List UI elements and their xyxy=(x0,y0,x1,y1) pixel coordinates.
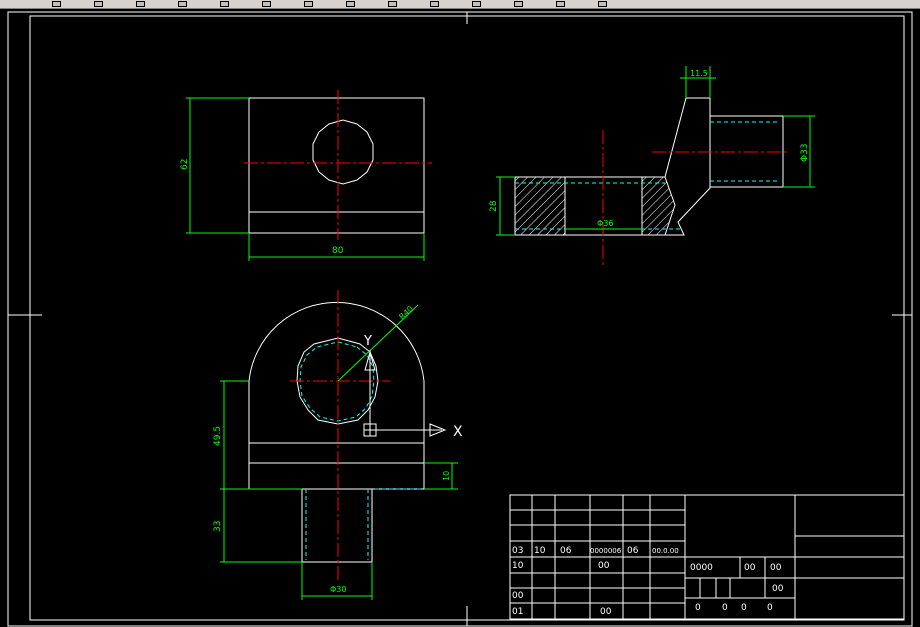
sheet-border-inner xyxy=(29,15,905,621)
tb-c-1: 00 xyxy=(772,584,784,594)
front-hole xyxy=(312,119,374,185)
ucs-x-label: X xyxy=(453,424,463,440)
dim-phi30-text: Φ30 xyxy=(330,585,346,594)
tb-d-3: 0 xyxy=(722,603,728,613)
ucs-y-label: Y xyxy=(363,334,372,349)
print-icon[interactable] xyxy=(178,1,187,7)
sheet-border-outer xyxy=(7,11,913,627)
save-icon[interactable] xyxy=(136,1,145,7)
new-icon[interactable] xyxy=(52,1,61,7)
top-view: R40 49.5 10 33 Φ30 xyxy=(213,290,458,600)
side-hatch-right xyxy=(641,176,676,236)
tb-a-4: 06 xyxy=(627,546,639,556)
dim-49-5-text: 49.5 xyxy=(213,426,223,446)
open-icon[interactable] xyxy=(94,1,103,7)
tb-a-0: 03 xyxy=(512,546,523,556)
snap-icon[interactable] xyxy=(472,1,481,7)
dim-phi33-text: Φ33 xyxy=(800,143,810,162)
tb-a-3: 0000006 xyxy=(590,547,622,555)
tb-c-0: 00 xyxy=(512,591,524,601)
toolbar xyxy=(0,0,920,9)
dim-phi36-text: Φ36 xyxy=(597,219,613,228)
tb-a-2: 06 xyxy=(560,546,572,556)
side-hatch-left xyxy=(514,176,566,236)
side-view: 11.5 Φ33 28 Φ36 xyxy=(489,66,815,268)
top-outline xyxy=(248,301,425,490)
tb-d-1: 00 xyxy=(600,607,612,617)
tb-b-2: 0000 xyxy=(690,563,713,573)
pan-icon[interactable] xyxy=(304,1,313,7)
zoom-icon[interactable] xyxy=(346,1,355,7)
dim-11-5-text: 11.5 xyxy=(690,69,708,78)
properties-icon[interactable] xyxy=(430,1,439,7)
undo-icon[interactable] xyxy=(220,1,229,7)
front-body xyxy=(248,97,425,234)
dim-r40-text: R40 xyxy=(397,304,415,321)
dim-62-text: 62 xyxy=(180,159,190,170)
ucs-icon: Y X xyxy=(363,334,463,440)
tb-d-2: 0 xyxy=(695,603,701,613)
tb-b-4: 00 xyxy=(770,563,782,573)
tb-b-1: 00 xyxy=(598,561,610,571)
redo-icon[interactable] xyxy=(262,1,271,7)
tb-d-4: 0 xyxy=(741,603,747,613)
tb-b-0: 10 xyxy=(512,561,524,571)
dim-28-text: 28 xyxy=(489,200,499,212)
ortho-icon[interactable] xyxy=(556,1,565,7)
front-view: 62 80 xyxy=(180,90,432,261)
dim-80-text: 80 xyxy=(332,246,344,256)
tb-d-0: 01 xyxy=(512,607,523,617)
top-boss xyxy=(301,488,373,563)
dim-10-text: 10 xyxy=(442,471,451,481)
tb-d-5: 0 xyxy=(767,603,773,613)
help-icon[interactable] xyxy=(598,1,607,7)
tb-a-5: 00.0.00 xyxy=(652,547,679,555)
dim-33-text: 33 xyxy=(213,521,223,532)
grid-icon[interactable] xyxy=(514,1,523,7)
title-block xyxy=(509,494,905,620)
tb-a-1: 10 xyxy=(534,546,546,556)
drawing-canvas[interactable]: 62 80 11.5 Φ33 28 Φ36 R40 49.5 10 33 Φ30… xyxy=(0,9,920,627)
layer-icon[interactable] xyxy=(388,1,397,7)
tb-b-3: 00 xyxy=(744,563,756,573)
